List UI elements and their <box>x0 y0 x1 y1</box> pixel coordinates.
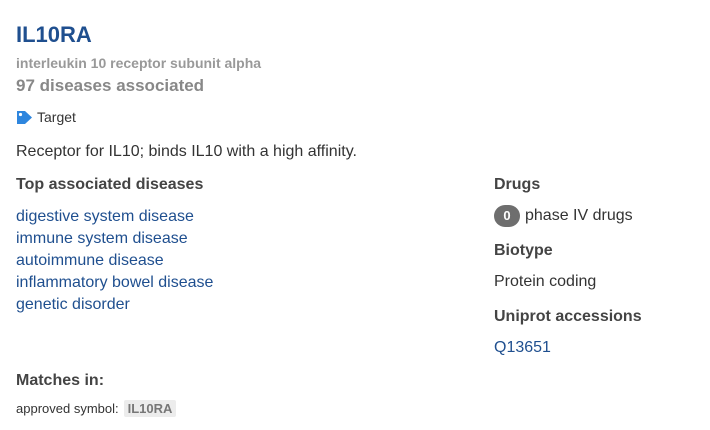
disease-link[interactable]: inflammatory bowel disease <box>16 274 213 291</box>
disease-link[interactable]: digestive system disease <box>16 208 194 225</box>
drugs-heading: Drugs <box>494 176 541 193</box>
list-item: inflammatory bowel disease <box>16 272 213 294</box>
disease-link[interactable]: immune system disease <box>16 230 188 247</box>
search-result-card: IL10RA interleukin 10 receptor subunit a… <box>0 0 710 430</box>
biotype-value: Protein coding <box>494 273 597 290</box>
list-item: autoimmune disease <box>16 250 213 272</box>
match-field-label: approved symbol: <box>16 401 119 416</box>
entity-type-tag: Target <box>16 109 76 125</box>
gene-full-name: interleukin 10 receptor subunit alpha <box>16 55 262 71</box>
uniprot-accession-link[interactable]: Q13651 <box>494 339 551 357</box>
list-item: genetic disorder <box>16 294 213 316</box>
biotype-heading: Biotype <box>494 242 553 259</box>
match-highlight: IL10RA <box>123 400 177 417</box>
list-item: immune system disease <box>16 228 213 250</box>
drugs-label: phase IV drugs <box>525 207 633 224</box>
gene-symbol-link[interactable]: IL10RA <box>16 22 92 48</box>
entity-type-label: Target <box>37 109 76 125</box>
uniprot-heading: Uniprot accessions <box>494 308 642 325</box>
drugs-summary: 0 phase IV drugs <box>494 205 633 227</box>
top-diseases-heading: Top associated diseases <box>16 176 204 193</box>
tag-icon <box>16 110 33 125</box>
drug-count-badge: 0 <box>494 205 520 227</box>
disease-link[interactable]: autoimmune disease <box>16 252 164 269</box>
disease-count: 97 diseases associated <box>16 76 205 95</box>
top-diseases-list: digestive system disease immune system d… <box>16 206 213 316</box>
gene-description: Receptor for IL10; binds IL10 with a hig… <box>16 143 357 160</box>
match-detail: approved symbol: IL10RA <box>16 400 177 417</box>
disease-link[interactable]: genetic disorder <box>16 296 130 313</box>
list-item: digestive system disease <box>16 206 213 228</box>
matches-heading: Matches in: <box>16 372 105 389</box>
